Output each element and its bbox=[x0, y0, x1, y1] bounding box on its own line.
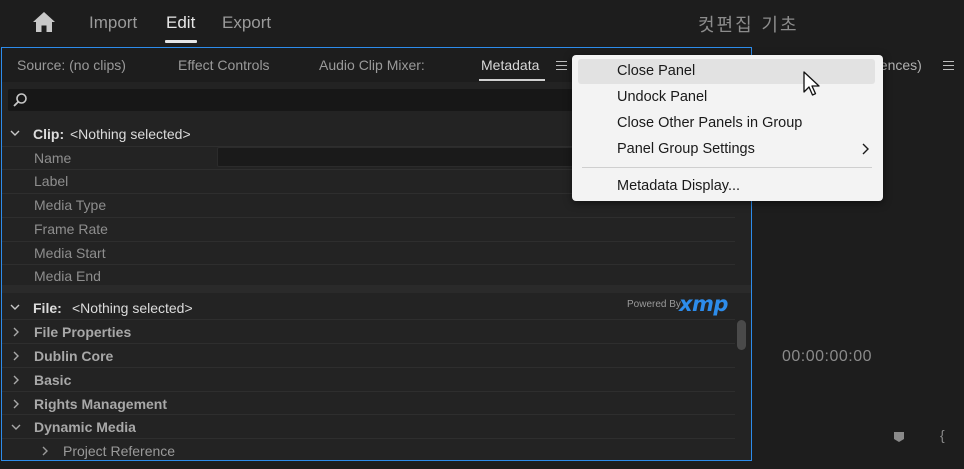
tab-metadata[interactable]: Metadata bbox=[481, 57, 539, 73]
home-icon[interactable] bbox=[32, 11, 56, 33]
clip-row-media-end: Media End bbox=[2, 264, 735, 287]
row-label: Label bbox=[34, 173, 69, 189]
tab-effect-controls[interactable]: Effect Controls bbox=[178, 57, 270, 73]
workspace-bar: Import Edit Export 컷편집 기초 bbox=[0, 0, 964, 46]
row-label: Frame Rate bbox=[34, 221, 108, 237]
chevron-down-icon[interactable] bbox=[11, 422, 21, 432]
menu-item-close-panel[interactable]: Close Panel bbox=[578, 59, 875, 84]
timecode-display[interactable]: 00:00:00:00 bbox=[782, 348, 872, 366]
menu-item-close-other-panels[interactable]: Close Other Panels in Group bbox=[578, 111, 875, 136]
row-label: Media Start bbox=[34, 245, 106, 261]
row-label: Media End bbox=[34, 268, 101, 284]
chevron-down-icon[interactable] bbox=[10, 302, 20, 312]
tab-audio-clip-mixer[interactable]: Audio Clip Mixer: bbox=[319, 57, 425, 73]
group-file-properties[interactable]: File Properties bbox=[2, 319, 735, 343]
tab-export[interactable]: Export bbox=[222, 13, 271, 33]
panel-menu-icon[interactable] bbox=[943, 61, 954, 70]
chevron-right-icon bbox=[862, 143, 869, 155]
group-label: Basic bbox=[34, 372, 72, 388]
scrollbar-thumb[interactable] bbox=[737, 320, 746, 350]
chevron-right-icon[interactable] bbox=[40, 446, 50, 456]
search-icon bbox=[13, 93, 27, 107]
marker-icon[interactable] bbox=[893, 431, 905, 443]
row-label: Name bbox=[34, 150, 72, 166]
mouse-cursor-icon bbox=[803, 71, 820, 96]
vertical-scrollbar[interactable] bbox=[735, 320, 747, 460]
group-label: File Properties bbox=[34, 324, 132, 340]
in-point-icon[interactable]: { bbox=[940, 427, 945, 443]
group-label: Dynamic Media bbox=[34, 419, 136, 435]
chevron-right-icon[interactable] bbox=[11, 399, 21, 409]
chevron-right-icon[interactable] bbox=[11, 351, 21, 361]
chevron-right-icon[interactable] bbox=[11, 375, 21, 385]
clip-label: Clip: bbox=[33, 126, 65, 142]
group-project-reference[interactable]: Project Reference bbox=[2, 438, 735, 460]
chevron-right-icon[interactable] bbox=[11, 327, 21, 337]
menu-item-undock-panel[interactable]: Undock Panel bbox=[578, 85, 875, 110]
active-tab-indicator bbox=[165, 40, 197, 43]
clip-value: <Nothing selected> bbox=[70, 126, 191, 142]
group-basic[interactable]: Basic bbox=[2, 367, 735, 391]
group-dublin-core[interactable]: Dublin Core bbox=[2, 343, 735, 367]
tab-edit[interactable]: Edit bbox=[166, 13, 195, 33]
menu-item-label: Close Panel bbox=[617, 63, 696, 79]
subgroup-label: Project Reference bbox=[63, 443, 176, 459]
menu-item-label: Close Other Panels in Group bbox=[617, 115, 803, 131]
menu-item-label: Undock Panel bbox=[617, 89, 708, 105]
tab-import[interactable]: Import bbox=[89, 13, 137, 33]
menu-separator bbox=[582, 167, 872, 168]
clip-row-media-start: Media Start bbox=[2, 241, 735, 264]
file-label: File: bbox=[33, 300, 62, 316]
group-label: Dublin Core bbox=[34, 348, 114, 364]
chevron-down-icon[interactable] bbox=[10, 128, 20, 138]
tab-source[interactable]: Source: (no clips) bbox=[17, 57, 126, 73]
group-rights-management[interactable]: Rights Management bbox=[2, 391, 735, 415]
project-title: 컷편집 기초 bbox=[698, 15, 799, 36]
panel-context-menu: Close Panel Undock Panel Close Other Pan… bbox=[572, 55, 883, 201]
xmp-logo: xmp bbox=[679, 292, 728, 316]
menu-item-label: Panel Group Settings bbox=[617, 141, 755, 157]
menu-item-label: Metadata Display... bbox=[617, 178, 741, 194]
metadata-tab-indicator bbox=[479, 79, 545, 81]
panel-menu-icon[interactable] bbox=[556, 61, 567, 70]
menu-item-panel-group-settings[interactable]: Panel Group Settings bbox=[578, 137, 875, 162]
group-label: Rights Management bbox=[34, 396, 168, 412]
file-value: <Nothing selected> bbox=[72, 300, 193, 316]
row-label: Media Type bbox=[34, 197, 107, 213]
menu-item-metadata-display[interactable]: Metadata Display... bbox=[578, 174, 875, 199]
group-dynamic-media[interactable]: Dynamic Media bbox=[2, 414, 735, 438]
clip-row-frame-rate: Frame Rate bbox=[2, 217, 735, 240]
powered-by-label: Powered By bbox=[627, 299, 681, 310]
section-divider[interactable] bbox=[2, 285, 751, 293]
